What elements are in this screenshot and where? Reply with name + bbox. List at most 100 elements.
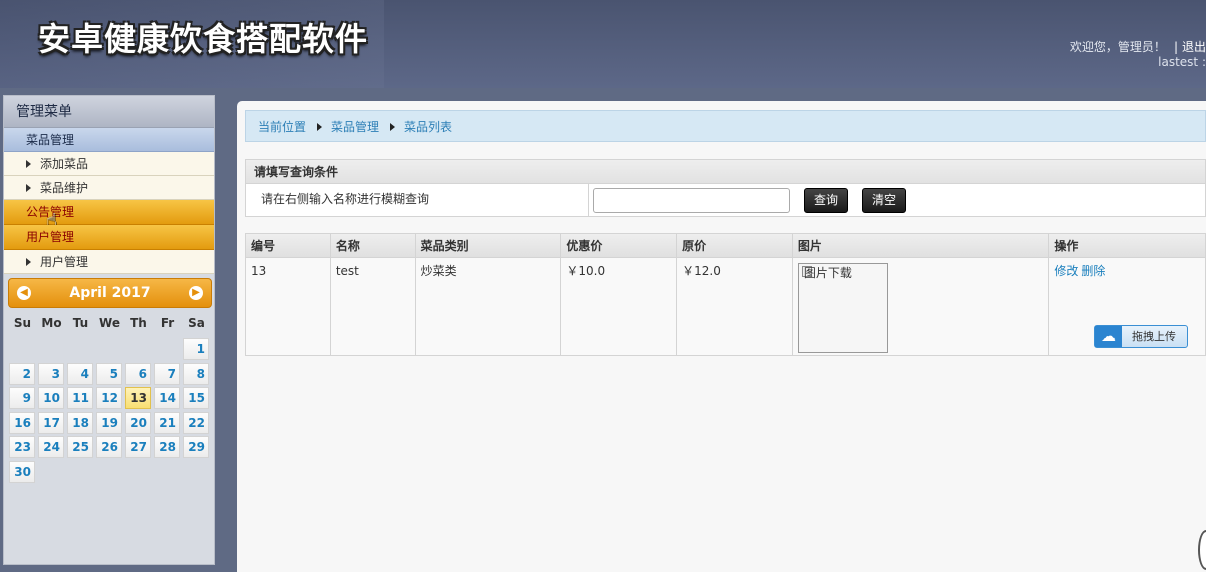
weekday-label: Fr bbox=[160, 316, 175, 330]
logout-link[interactable]: 退出 bbox=[1182, 40, 1206, 54]
calendar-day[interactable]: 8 bbox=[183, 362, 209, 385]
sidebar: 管理菜单 菜品管理 添加菜品 菜品维护 公告管理 ☝ 用户管理 用户管理 ◀ A… bbox=[3, 95, 215, 565]
cell-name: test bbox=[331, 258, 416, 355]
sidebar-title: 管理菜单 bbox=[4, 96, 214, 128]
breadcrumb-item[interactable]: 菜品列表 bbox=[404, 120, 452, 134]
sidebar-group-users[interactable]: 用户管理 bbox=[4, 225, 214, 250]
column-header: 编号 bbox=[246, 234, 331, 257]
cell-discount-price: ￥10.0 bbox=[561, 258, 678, 355]
calendar-day[interactable]: 19 bbox=[96, 411, 122, 434]
query-panel: 请填写查询条件 请在右侧输入名称进行模糊查询 查询 清空 bbox=[245, 159, 1206, 217]
delete-link[interactable]: 删除 bbox=[1081, 264, 1105, 278]
triangle-right-icon bbox=[26, 160, 31, 168]
search-button[interactable]: 查询 bbox=[804, 188, 848, 213]
column-header: 操作 bbox=[1054, 239, 1079, 253]
calendar-day[interactable]: 14 bbox=[154, 387, 180, 409]
calendar-empty-cell bbox=[67, 338, 93, 360]
sidebar-group-notices[interactable]: 公告管理 ☝ bbox=[4, 200, 214, 231]
weekday-label: Th bbox=[130, 316, 147, 330]
welcome-bar: 欢迎您，管理员！ | 退出 bbox=[1070, 38, 1206, 55]
cell-id: 13 bbox=[246, 258, 331, 355]
calendar-day[interactable]: 10 bbox=[38, 387, 64, 409]
weekday-label: Sa bbox=[188, 316, 205, 330]
sidebar-group-dishes[interactable]: 菜品管理 bbox=[4, 128, 214, 152]
calendar-day[interactable]: 17 bbox=[38, 411, 64, 434]
calendar-day[interactable]: 30 bbox=[9, 460, 35, 483]
calendar-day[interactable]: 6 bbox=[125, 362, 151, 385]
calendar-day[interactable]: 23 bbox=[9, 436, 35, 458]
query-title: 请填写查询条件 bbox=[246, 160, 1205, 184]
calendar-day[interactable]: 15 bbox=[183, 387, 209, 409]
sidebar-item-add-dish[interactable]: 添加菜品 bbox=[4, 152, 214, 176]
sidebar-item-maintain-dish[interactable]: 菜品维护 bbox=[4, 176, 214, 200]
triangle-right-icon bbox=[26, 184, 31, 192]
sidebar-item-label: 菜品维护 bbox=[40, 181, 89, 195]
edit-link[interactable]: 修改 bbox=[1054, 264, 1078, 278]
calendar-day[interactable]: 7 bbox=[154, 362, 180, 385]
calendar-header: ◀ April 2017 ▶ bbox=[8, 278, 212, 308]
calendar-day[interactable]: 2 bbox=[9, 362, 35, 385]
column-header: 名称 bbox=[331, 234, 416, 257]
sidebar-item-label: 用户管理 bbox=[40, 255, 89, 269]
sidebar-item-user-manage[interactable]: 用户管理 bbox=[4, 250, 214, 274]
calendar-day[interactable]: 24 bbox=[38, 436, 64, 458]
cloud-icon: ☁ bbox=[1095, 326, 1122, 347]
breadcrumb: 当前位置 菜品管理 菜品列表 bbox=[245, 110, 1206, 142]
calendar-day[interactable]: 3 bbox=[38, 362, 64, 385]
breadcrumb-arrow-icon bbox=[317, 123, 323, 131]
search-input[interactable] bbox=[593, 188, 790, 213]
main-panel: 当前位置 菜品管理 菜品列表 请填写查询条件 请在右侧输入名称进行模糊查询 查询 清… bbox=[237, 101, 1206, 572]
calendar-month-label: April 2017 bbox=[69, 285, 151, 301]
calendar-day[interactable]: 12 bbox=[96, 387, 122, 409]
calendar-day[interactable]: 27 bbox=[125, 436, 151, 458]
calendar-day[interactable]: 9 bbox=[9, 387, 35, 409]
table-row: 13 test 炒菜类 ￥10.0 ￥12.0 图片下载 修改 删除 bbox=[246, 258, 1205, 355]
column-header: 优惠价 bbox=[561, 234, 678, 257]
divider bbox=[588, 184, 589, 217]
dish-table: 编号 名称 菜品类别 优惠价 原价 图片 操作 13 test 炒菜类 ￥10.… bbox=[245, 233, 1206, 356]
calendar-days: 1 2 3 4 5 6 7 8 9 10 11 12 13 14 15 16 17 18 19 20 21 22 23 24 2… bbox=[9, 338, 212, 483]
calendar-day[interactable]: 21 bbox=[154, 411, 180, 434]
calendar-empty-cell bbox=[96, 338, 122, 360]
clear-button[interactable]: 清空 bbox=[862, 188, 906, 213]
column-header: 菜品类别 bbox=[416, 234, 562, 257]
lastest-label: lastest : bbox=[1158, 55, 1206, 69]
app-title: 安卓健康饮食搭配软件 bbox=[38, 20, 369, 58]
calendar-day[interactable]: 22 bbox=[183, 411, 209, 434]
calendar-day[interactable]: 18 bbox=[67, 411, 93, 434]
sidebar-item-label: 添加菜品 bbox=[40, 157, 89, 171]
calendar-day[interactable]: 28 bbox=[154, 436, 180, 458]
calendar-day[interactable]: 13 bbox=[125, 387, 151, 409]
calendar-day[interactable]: 20 bbox=[125, 411, 151, 434]
calendar-day[interactable]: 11 bbox=[67, 387, 93, 409]
dish-image: 图片下载 bbox=[797, 263, 888, 353]
cell-image: 图片下载 bbox=[793, 258, 1050, 355]
calendar-weekdays: Su Mo Tu We Th Fr Sa bbox=[8, 316, 212, 330]
calendar-day[interactable]: 5 bbox=[96, 362, 122, 385]
welcome-text: 欢迎您，管理员！ bbox=[1069, 40, 1166, 54]
triangle-right-icon bbox=[26, 258, 31, 266]
query-hint: 请在右侧输入名称进行模糊查询 bbox=[261, 192, 430, 206]
calendar-empty-cell bbox=[9, 338, 35, 360]
calendar-empty-cell bbox=[154, 338, 180, 360]
calendar-day[interactable]: 29 bbox=[183, 436, 209, 458]
breadcrumb-item[interactable]: 当前位置 bbox=[258, 120, 306, 134]
prev-month-icon[interactable]: ◀ bbox=[17, 286, 31, 300]
calendar-empty-cell bbox=[38, 338, 64, 360]
cell-original-price: ￥12.0 bbox=[677, 258, 793, 355]
weekday-label: Su bbox=[13, 316, 32, 330]
weekday-label: Tu bbox=[72, 316, 89, 330]
calendar-day[interactable]: 4 bbox=[67, 362, 93, 385]
next-month-icon[interactable]: ▶ bbox=[189, 286, 203, 300]
weekday-label: We bbox=[99, 316, 120, 330]
calendar-day[interactable]: 1 bbox=[183, 338, 209, 360]
calendar-day[interactable]: 25 bbox=[67, 436, 93, 458]
column-header: 图片 bbox=[793, 234, 1050, 257]
breadcrumb-item[interactable]: 菜品管理 bbox=[331, 120, 379, 134]
separator: | bbox=[1173, 40, 1178, 54]
calendar-day[interactable]: 26 bbox=[96, 436, 122, 458]
cell-category: 炒菜类 bbox=[416, 258, 562, 355]
drag-upload-button[interactable]: ☁ 拖拽上传 bbox=[1094, 325, 1188, 348]
calendar-day[interactable]: 16 bbox=[9, 411, 35, 434]
table-header: 编号 名称 菜品类别 优惠价 原价 图片 操作 bbox=[246, 234, 1205, 258]
